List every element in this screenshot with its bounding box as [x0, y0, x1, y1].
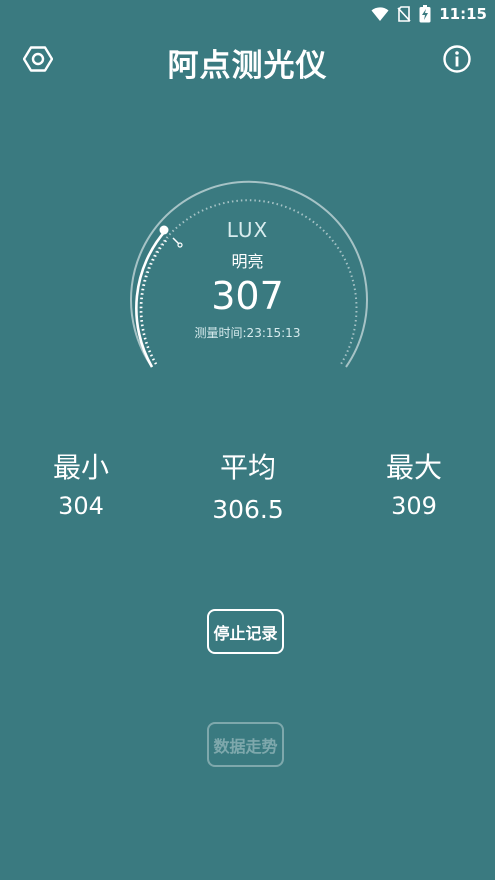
data-trend-button[interactable]: 数据走势: [207, 722, 284, 767]
lux-value: 307: [211, 274, 284, 318]
wifi-icon: [371, 7, 389, 21]
status-time: 11:15: [439, 5, 487, 23]
stat-avg-value: 306.5: [212, 495, 284, 524]
stat-max: 最大 309: [344, 450, 484, 522]
info-icon: [443, 45, 471, 73]
stat-min-value: 304: [58, 492, 104, 520]
stat-max-value: 309: [391, 492, 437, 520]
measure-time: 测量时间:23:15:13: [194, 326, 301, 340]
status-bar: 11:15: [0, 0, 495, 28]
stat-avg: 平均 306.5: [178, 450, 318, 526]
gauge-unit: LUX: [226, 218, 269, 242]
app-bar: 阿点测光仪: [0, 36, 495, 84]
stat-min: 最小 304: [11, 450, 151, 522]
stop-record-button[interactable]: 停止记录: [207, 609, 284, 654]
app-title: 阿点测光仪: [167, 48, 328, 84]
stat-avg-label: 平均: [219, 451, 276, 484]
stat-max-label: 最大: [385, 451, 442, 484]
info-button[interactable]: [440, 42, 474, 76]
battery-charging-icon: [419, 5, 431, 23]
brightness-state: 明亮: [231, 252, 264, 271]
stat-min-label: 最小: [52, 451, 109, 484]
no-sim-icon: [397, 6, 411, 22]
lux-gauge: LUX 明亮 307 测量时间:23:15:13: [110, 180, 385, 380]
